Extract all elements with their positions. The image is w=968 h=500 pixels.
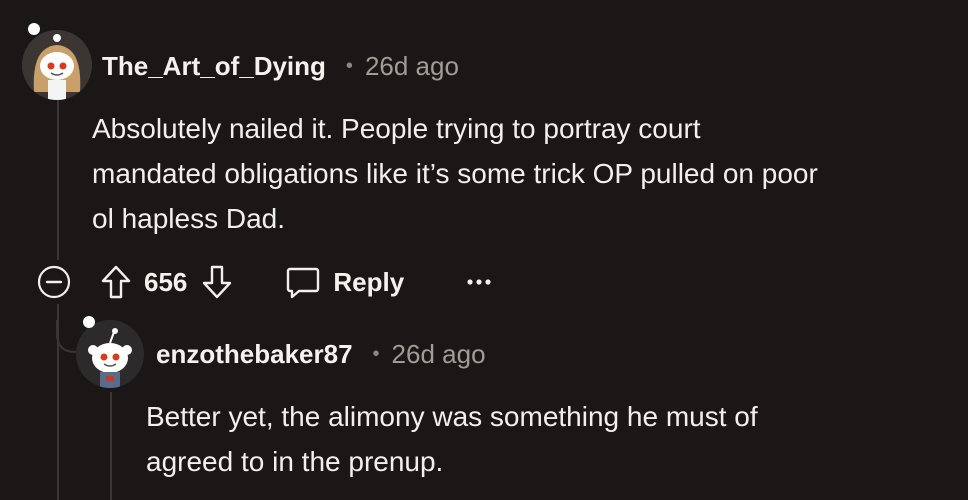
more-options-button[interactable] bbox=[466, 277, 492, 287]
reply-label: Reply bbox=[333, 266, 405, 297]
timestamp[interactable]: 26d ago bbox=[392, 339, 486, 370]
comment-thread: The_Art_of_Dying • 26d ago Absolutely na… bbox=[0, 0, 968, 500]
avatar[interactable] bbox=[76, 320, 144, 388]
comment-line: Better yet, the alimony was something he… bbox=[146, 401, 758, 432]
comment-body: Absolutely nailed it. People trying to p… bbox=[92, 106, 962, 241]
upvote-button[interactable] bbox=[100, 264, 132, 300]
comment-header: The_Art_of_Dying • 26d ago bbox=[102, 48, 459, 84]
username[interactable]: enzothebaker87 bbox=[156, 339, 353, 370]
avatar-antenna bbox=[28, 23, 40, 35]
comment-line: ol hapless Dad. bbox=[92, 203, 286, 234]
more-dots-icon bbox=[467, 279, 491, 285]
separator-dot: • bbox=[372, 342, 380, 365]
comment-header: enzothebaker87 • 26d ago bbox=[156, 336, 486, 372]
downvote-button[interactable] bbox=[201, 264, 233, 300]
downvote-arrow-icon bbox=[203, 265, 232, 299]
vote-count: 656 bbox=[144, 266, 188, 297]
thread-line-reply[interactable] bbox=[110, 392, 112, 500]
snoo-avatar-long-hair-icon bbox=[22, 30, 92, 100]
collapse-button[interactable] bbox=[36, 264, 72, 300]
thread-line-main[interactable] bbox=[57, 100, 59, 260]
username[interactable]: The_Art_of_Dying bbox=[102, 51, 326, 82]
separator-dot: • bbox=[345, 54, 353, 77]
comment-line: Absolutely nailed it. People trying to p… bbox=[92, 113, 701, 144]
snoo-avatar-icon bbox=[76, 320, 144, 388]
upvote-arrow-icon bbox=[101, 265, 131, 299]
collapse-minus-icon bbox=[37, 265, 71, 299]
timestamp[interactable]: 26d ago bbox=[365, 51, 459, 82]
avatar-antenna bbox=[83, 316, 95, 328]
reply-bubble-icon bbox=[287, 267, 320, 299]
avatar[interactable] bbox=[22, 30, 92, 100]
comment-body: Better yet, the alimony was something he… bbox=[146, 394, 946, 484]
comment-line: mandated obligations like it’s some tric… bbox=[92, 158, 818, 189]
reply-button[interactable]: Reply bbox=[285, 264, 404, 300]
comment-line: agreed to in the prenup. bbox=[146, 446, 444, 477]
comment-actions: 656 Reply bbox=[36, 262, 492, 302]
